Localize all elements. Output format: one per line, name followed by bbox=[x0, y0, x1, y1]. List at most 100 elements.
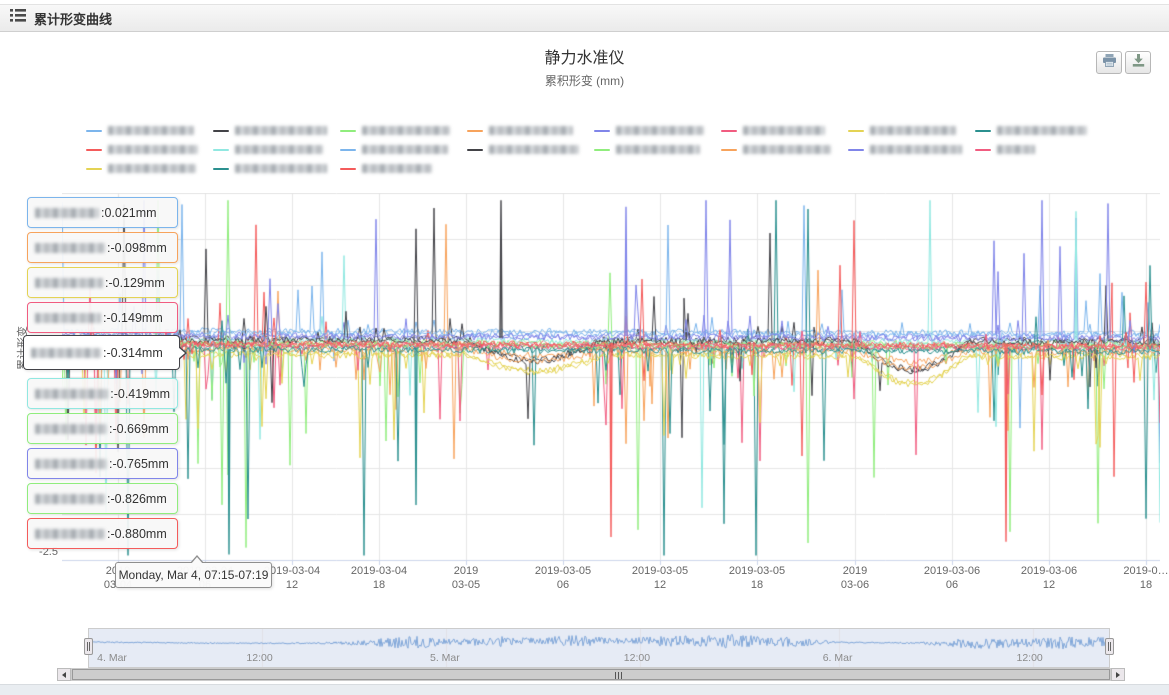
scrollbar-left-button[interactable] bbox=[57, 668, 71, 681]
censored-series-name bbox=[108, 145, 198, 154]
tooltip-box-6: :-0.419mm bbox=[27, 378, 178, 409]
censored-series-name bbox=[35, 278, 103, 288]
legend-item-11[interactable] bbox=[340, 140, 467, 159]
navigator-series[interactable] bbox=[89, 629, 1109, 667]
censored-series-name bbox=[489, 126, 573, 135]
navigator-handle-left[interactable] bbox=[84, 638, 93, 655]
censored-series-name bbox=[35, 243, 105, 253]
legend-line-marker bbox=[721, 149, 737, 151]
tooltip-value: :-0.098mm bbox=[107, 241, 167, 255]
tooltip-value: :-0.880mm bbox=[107, 527, 167, 541]
censored-series-name bbox=[35, 208, 99, 218]
tooltip-date-text: Monday, Mar 4, 07:15-07:19 bbox=[119, 568, 269, 582]
navigator-handle-right[interactable] bbox=[1105, 638, 1114, 655]
censored-series-name bbox=[235, 164, 327, 173]
tooltip-date-header: Monday, Mar 4, 07:15-07:19 bbox=[115, 562, 272, 588]
censored-series-name bbox=[997, 126, 1087, 135]
tooltip-value: :-0.149mm bbox=[103, 311, 163, 325]
scrollbar[interactable] bbox=[57, 668, 1125, 681]
censored-series-name bbox=[35, 389, 108, 399]
censored-series-name bbox=[235, 126, 327, 135]
legend-line-marker bbox=[213, 149, 229, 151]
x-axis-label: 2019-03-0512 bbox=[614, 564, 706, 592]
tooltip-value: :-0.826mm bbox=[107, 492, 167, 506]
legend-line-marker bbox=[975, 149, 991, 151]
navigator-label: 4. Mar bbox=[97, 652, 127, 664]
x-axis-label: 2019-03-0418 bbox=[333, 564, 425, 592]
legend-item-6[interactable] bbox=[721, 121, 848, 140]
legend-line-marker bbox=[467, 130, 483, 132]
legend-item-1[interactable] bbox=[86, 121, 213, 140]
legend-item-18[interactable] bbox=[213, 159, 340, 178]
censored-series-name bbox=[870, 126, 956, 135]
censored-series-name bbox=[35, 494, 105, 504]
legend-item-12[interactable] bbox=[467, 140, 594, 159]
legend-item-7[interactable] bbox=[848, 121, 975, 140]
censored-series-name bbox=[35, 529, 105, 539]
legend-line-marker bbox=[340, 130, 356, 132]
tooltip-value: :-0.765mm bbox=[109, 457, 169, 471]
navigator[interactable]: 4. Mar12:005. Mar12:006. Mar12:00 bbox=[88, 628, 1110, 668]
print-button[interactable] bbox=[1096, 51, 1122, 74]
legend-line-marker bbox=[86, 149, 102, 151]
header-bar: 累计形变曲线 bbox=[0, 4, 1169, 32]
censored-series-name bbox=[108, 164, 196, 173]
censored-series-name bbox=[35, 313, 101, 323]
legend-line-marker bbox=[213, 130, 229, 132]
tooltip-box-7: :-0.669mm bbox=[27, 413, 178, 444]
tooltip-box-9: :-0.826mm bbox=[27, 483, 178, 514]
navigator-label: 5. Mar bbox=[430, 652, 460, 664]
legend-item-3[interactable] bbox=[340, 121, 467, 140]
censored-series-name bbox=[743, 126, 825, 135]
download-button[interactable] bbox=[1125, 51, 1151, 74]
censored-series-name bbox=[997, 145, 1035, 154]
list-icon[interactable] bbox=[10, 9, 26, 27]
scrollbar-track[interactable] bbox=[71, 668, 1111, 681]
legend-line-marker bbox=[340, 168, 356, 170]
legend-item-9[interactable] bbox=[86, 140, 213, 159]
legend-item-13[interactable] bbox=[594, 140, 721, 159]
legend-line-marker bbox=[340, 149, 356, 151]
scrollbar-thumb[interactable] bbox=[72, 669, 1110, 680]
legend-line-marker bbox=[594, 149, 610, 151]
censored-series-name bbox=[616, 126, 704, 135]
x-axis-label: 2019-0…18 bbox=[1100, 564, 1169, 592]
scrollbar-grip-icon bbox=[615, 672, 622, 679]
tooltip-box-5: :-0.314mm bbox=[23, 335, 180, 370]
scrollbar-right-button[interactable] bbox=[1111, 668, 1125, 681]
arrow-right-icon bbox=[1116, 672, 1120, 678]
tooltip-value: :0.021mm bbox=[101, 206, 157, 220]
legend-item-10[interactable] bbox=[213, 140, 340, 159]
censored-series-name bbox=[362, 164, 432, 173]
censored-series-name bbox=[35, 424, 107, 434]
censored-series-name bbox=[235, 145, 323, 154]
navigator-label: 12:00 bbox=[246, 652, 272, 664]
x-axis-label: 2019-03-0518 bbox=[711, 564, 803, 592]
x-axis-label: 2019-03-0606 bbox=[906, 564, 998, 592]
legend-item-16[interactable] bbox=[975, 140, 1102, 159]
app-window: 累计形变曲线 静力水准仪 累积形变 (mm) 201903-042019-03-… bbox=[0, 0, 1169, 695]
legend-item-19[interactable] bbox=[340, 159, 467, 178]
legend-item-15[interactable] bbox=[848, 140, 975, 159]
navigator-label: 6. Mar bbox=[823, 652, 853, 664]
tooltip-box-8: :-0.765mm bbox=[27, 448, 178, 479]
legend-item-5[interactable] bbox=[594, 121, 721, 140]
legend-item-17[interactable] bbox=[86, 159, 213, 178]
legend-item-4[interactable] bbox=[467, 121, 594, 140]
censored-series-name bbox=[362, 126, 450, 135]
legend-line-marker bbox=[213, 168, 229, 170]
x-axis-label: 2019-03-0506 bbox=[517, 564, 609, 592]
tooltip-value: :-0.129mm bbox=[105, 276, 165, 290]
plot-area[interactable] bbox=[62, 193, 1160, 570]
legend-item-14[interactable] bbox=[721, 140, 848, 159]
legend-item-2[interactable] bbox=[213, 121, 340, 140]
tooltip-value: :-0.419mm bbox=[110, 387, 170, 401]
chart-title: 静力水准仪 bbox=[0, 44, 1169, 68]
tooltip-box-4: :-0.149mm bbox=[27, 302, 178, 333]
navigator-label: 12:00 bbox=[1017, 652, 1043, 664]
tooltip-box-2: :-0.098mm bbox=[27, 232, 178, 263]
chart-legend bbox=[86, 121, 1110, 178]
legend-item-8[interactable] bbox=[975, 121, 1102, 140]
legend-line-marker bbox=[848, 149, 864, 151]
censored-series-name bbox=[362, 145, 448, 154]
